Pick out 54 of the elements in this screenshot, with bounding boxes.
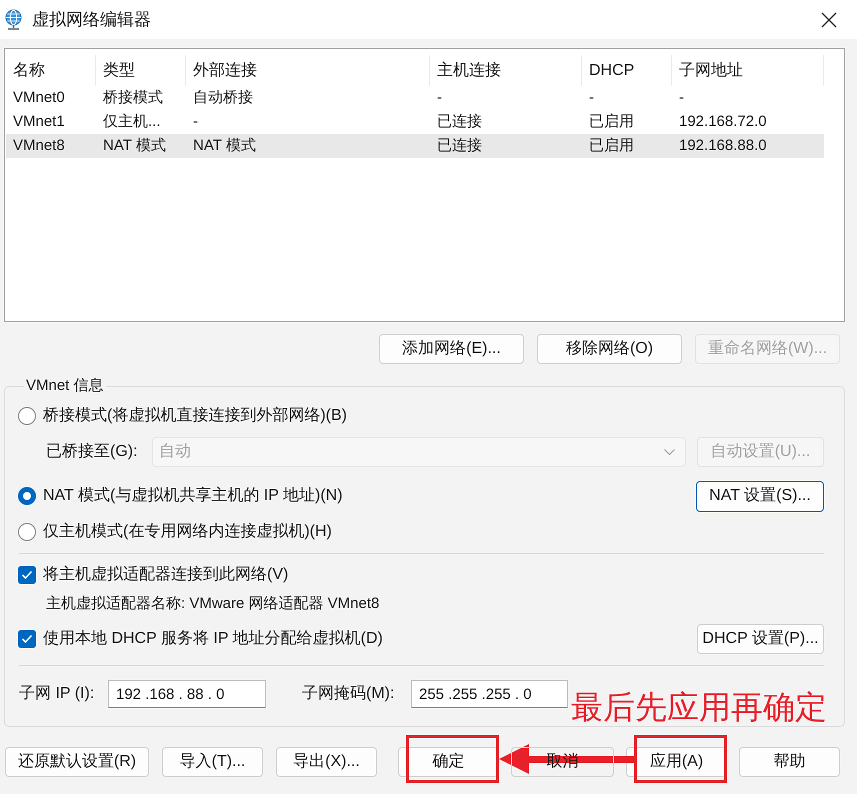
table-cell-text: - (588, 88, 595, 108)
checkmark-icon (21, 634, 33, 644)
adapter-name-text: 主机虚拟适配器名称: VMware 网络适配器 VMnet8 (46, 594, 380, 614)
import-button[interactable]: 导入(T)... (162, 747, 263, 777)
export-button[interactable]: 导出(X)... (276, 747, 377, 777)
chevron-down-icon (664, 449, 675, 455)
table-cell-text: 桥接模式 (102, 88, 164, 108)
checkmark-icon (21, 570, 33, 580)
radio-button[interactable] (18, 407, 36, 425)
table-cell-text: 已连接 (436, 112, 483, 132)
checkbox[interactable] (18, 566, 36, 584)
window-title: 虚拟网络编辑器 (32, 8, 151, 31)
table-cell-text: 192.168.72.0 (678, 112, 768, 132)
network-list[interactable]: 名称 类型 外部连接 主机连接 DHCP 子网地址 VMnet0 桥接模式 自动桥接 - - - VMnet1 仅主机... - 已连接 已启用 192.168.72.0 VMnet8 NAT 模式 NAT 模式 已连接 已启用 192.168.88.0 (4, 48, 845, 322)
ok-button[interactable]: 确定 (398, 747, 499, 777)
table-cell-text: - (436, 88, 443, 108)
globe-icon (4, 9, 23, 30)
radio-label: 仅主机模式(在专用网络内连接虚拟机)(H) (43, 522, 332, 542)
table-cell-text: 已启用 (588, 112, 635, 132)
radio-label: NAT 模式(与虚拟机共享主机的 IP 地址)(N) (43, 486, 343, 506)
apply-button[interactable]: 应用(A) (626, 747, 727, 777)
add-network-button[interactable]: 添加网络(E)... (379, 334, 524, 364)
table-row[interactable]: VMnet8 NAT 模式 NAT 模式 已连接 已启用 192.168.88.0 (6, 134, 824, 158)
annotation-text: 最后先应用再确定 (571, 691, 827, 723)
radio-label: 桥接模式(将虚拟机直接连接到外部网络)(B) (43, 406, 347, 426)
field-label: 子网 IP (I): (18, 684, 96, 704)
table-cell-text: 192.168.88.0 (678, 136, 768, 156)
table-cell-text: - (192, 112, 199, 132)
table-cell-text: NAT 模式 (102, 136, 167, 156)
restore-defaults-button[interactable]: 还原默认设置(R) (5, 747, 149, 777)
subnet-ip-field[interactable]: 192 .168 . 88 . 0 (108, 680, 266, 708)
remove-network-button[interactable]: 移除网络(O) (537, 334, 682, 364)
checkbox[interactable] (18, 630, 36, 648)
checkbox-label: 使用本地 DHCP 服务将 IP 地址分配给虚拟机(D) (43, 628, 383, 649)
dhcp-settings-button[interactable]: DHCP 设置(P)... (697, 624, 824, 654)
table-cell-text: 自动桥接 (192, 88, 254, 108)
table-cell-text: - (678, 88, 685, 108)
radio-button[interactable] (18, 523, 36, 541)
close-icon[interactable] (821, 12, 837, 28)
table-cell-text: VMnet0 (12, 88, 66, 108)
table-cell-text: 已连接 (436, 136, 483, 156)
nat-settings-button[interactable]: NAT 设置(S)... (696, 480, 824, 512)
table-cell-text: 仅主机... (102, 112, 162, 132)
subnet-mask-field[interactable]: 255 .255 .255 . 0 (411, 680, 568, 708)
group-title: VMnet 信息 (25, 376, 105, 396)
table-cell-text: VMnet1 (12, 112, 66, 132)
table-cell-text: NAT 模式 (192, 136, 257, 156)
field-label: 已桥接至(G): (46, 442, 139, 462)
checkbox-label: 将主机虚拟适配器连接到此网络(V) (43, 564, 288, 585)
field-label: 子网掩码(M): (302, 684, 396, 704)
help-button[interactable]: 帮助 (739, 747, 840, 777)
table-cell-text: 已启用 (588, 136, 635, 156)
radio-button[interactable] (18, 487, 36, 505)
table-cell-text: VMnet8 (12, 136, 66, 156)
